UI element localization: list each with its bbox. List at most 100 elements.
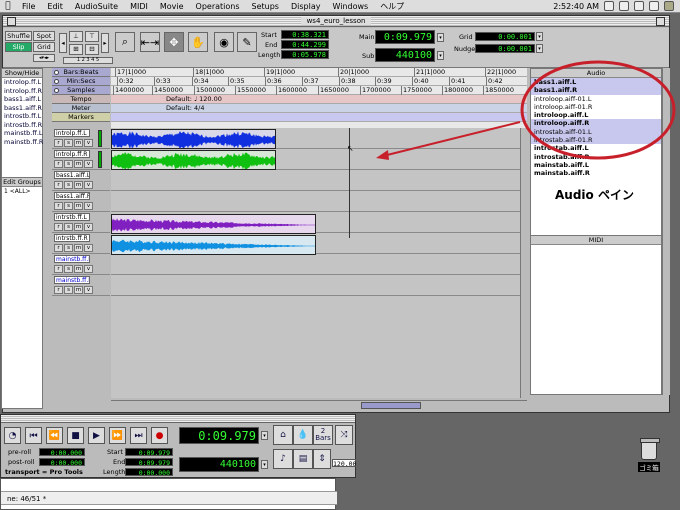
edit-groups-header[interactable]: Edit Groups: [2, 178, 42, 187]
mute-button[interactable]: m: [74, 139, 83, 147]
shuffle-mode-button[interactable]: Shuffle: [5, 31, 32, 41]
transport-start-field[interactable]: 0:09.979: [125, 448, 173, 457]
zoom-right-icon[interactable]: ▸: [101, 33, 109, 53]
transport-main-dropdown-icon[interactable]: ▾: [261, 431, 268, 440]
nudge-dropdown-icon[interactable]: ▾: [536, 44, 543, 53]
menu-help[interactable]: ヘルプ: [374, 1, 410, 12]
min-secs-ruler[interactable]: 0:32 0:33 0:34 0:35 0:36 0:37 0:38 0:39 …: [111, 77, 527, 86]
slip-mode-button[interactable]: Slip: [5, 42, 32, 52]
trash[interactable]: ゴミ箱: [634, 438, 664, 472]
audio-region-introloop-r[interactable]: [111, 150, 276, 170]
record-enable-button[interactable]: r: [54, 265, 63, 273]
solo-button[interactable]: s: [64, 223, 73, 231]
metronome-icon[interactable]: ⌂: [273, 425, 293, 445]
solo-button[interactable]: s: [64, 286, 73, 294]
main-counter-display[interactable]: 0:09.979: [375, 30, 435, 44]
nudge-arrows-button[interactable]: ◂▾◂▸: [33, 54, 55, 62]
main-counter-dropdown-icon[interactable]: ▾: [437, 33, 444, 42]
monitor-icon[interactable]: [604, 1, 614, 11]
tempo-field[interactable]: 120.00: [332, 459, 356, 468]
transport-main-counter[interactable]: 0:09.979: [179, 427, 259, 444]
voice-button[interactable]: v: [84, 244, 93, 252]
track-name[interactable]: intrstb.ff.L: [54, 213, 90, 221]
window-titlebar[interactable]: ws4_euro_lesson: [3, 16, 669, 27]
show-hide-header[interactable]: Show/Hide: [2, 69, 42, 78]
mute-button[interactable]: m: [74, 286, 83, 294]
tracks-horizontal-scrollbar[interactable]: [111, 400, 527, 410]
close-box-icon[interactable]: [7, 17, 16, 26]
loop-record-icon[interactable]: ⤨: [335, 425, 353, 445]
track-name[interactable]: mainstb.ff.L: [54, 255, 90, 263]
selection-end-field[interactable]: 0:44.299: [281, 40, 329, 49]
tempo-slider-icon[interactable]: ⇕: [313, 449, 331, 469]
show-hide-item[interactable]: mainstb.ff.L: [2, 129, 43, 138]
mute-button[interactable]: m: [74, 223, 83, 231]
audio-region-item[interactable]: introstab.aiff-01.L: [531, 127, 661, 137]
audio-pane-scrollbar[interactable]: [662, 68, 670, 238]
transport-sub-dropdown-icon[interactable]: ▾: [261, 460, 268, 469]
grid-value-field[interactable]: 0:00.001: [475, 32, 535, 41]
audio-region-introloop-l[interactable]: [111, 129, 276, 149]
nudge-value-field[interactable]: 0:00.001: [475, 44, 535, 53]
track-name[interactable]: intrstb.ff.R: [54, 234, 90, 242]
menu-audiosuite[interactable]: AudioSuite: [69, 2, 124, 11]
meter-change-icon[interactable]: ▤: [293, 449, 313, 469]
menu-midi[interactable]: MIDI: [124, 2, 154, 11]
transport-mode-label[interactable]: transport = Pro Tools: [5, 468, 83, 476]
grid-dropdown-icon[interactable]: ▾: [536, 32, 543, 41]
transport-length-field[interactable]: 0:00.000: [125, 468, 173, 477]
zoom-left-icon[interactable]: ◂: [59, 33, 67, 53]
apple-menu-icon[interactable]: : [0, 1, 16, 11]
show-hide-item[interactable]: introstb.ff.R: [2, 121, 42, 130]
audio-region-item[interactable]: introloop.aiff-01.R: [531, 103, 661, 111]
show-hide-item[interactable]: introlop.ff.R: [2, 87, 42, 96]
audio-region-item[interactable]: mainstab.aiff.R: [531, 169, 661, 177]
postroll-field[interactable]: 0:00.000: [39, 458, 85, 467]
grabber-tool-icon[interactable]: ✋: [188, 32, 208, 52]
mute-button[interactable]: m: [74, 181, 83, 189]
sub-counter-display[interactable]: 440100: [375, 48, 435, 62]
voice-button[interactable]: v: [84, 181, 93, 189]
record-enable-button[interactable]: r: [54, 286, 63, 294]
solo-button[interactable]: s: [64, 139, 73, 147]
audio-region-item[interactable]: bass1.aiff.L: [531, 78, 661, 87]
solo-button[interactable]: s: [64, 181, 73, 189]
samples-ruler[interactable]: 1400000 1450000 1500000 1550000 1600000 …: [111, 86, 527, 95]
track-name[interactable]: introlp.ff.R: [54, 150, 90, 158]
zoom-preset-buttons[interactable]: 1 2 3 4 5: [63, 57, 113, 64]
zoomer-tool-icon[interactable]: ⌕: [115, 32, 135, 52]
rewind-icon[interactable]: ⏪: [46, 427, 63, 444]
audio-region-introstab-r[interactable]: [111, 235, 316, 255]
zoom-in-icon[interactable]: ⊞: [69, 44, 83, 55]
audio-region-item[interactable]: introloop.aiff-01.L: [531, 95, 661, 103]
record-enable-button[interactable]: r: [54, 244, 63, 252]
ruler-label-tempo[interactable]: Tempo: [52, 95, 110, 104]
voice-button[interactable]: v: [84, 223, 93, 231]
track-lane[interactable]: [111, 254, 527, 275]
ruler-label-meter[interactable]: Meter: [52, 104, 110, 113]
voice-button[interactable]: v: [84, 286, 93, 294]
audio-region-item[interactable]: introstab.aiff.R: [531, 153, 661, 161]
show-hide-item[interactable]: introstb.ff.L: [2, 112, 42, 121]
scrubber-tool-icon[interactable]: ◉: [214, 32, 234, 52]
solo-button[interactable]: s: [64, 160, 73, 168]
show-hide-item[interactable]: bass1.aiff.R: [2, 104, 42, 113]
spot-mode-button[interactable]: Spot: [33, 31, 55, 41]
menu-operations[interactable]: Operations: [190, 2, 246, 11]
audio-pane-header[interactable]: Audio: [531, 69, 661, 78]
stop-icon[interactable]: ■: [67, 427, 84, 444]
track-height-down-icon[interactable]: ⊤: [85, 31, 99, 42]
track-playlist-area[interactable]: ↖: [111, 128, 527, 398]
track-lane[interactable]: [111, 170, 527, 191]
menu-windows[interactable]: Windows: [326, 2, 374, 11]
voice-button[interactable]: v: [84, 265, 93, 273]
online-button-icon[interactable]: ◔: [4, 427, 21, 444]
record-enable-button[interactable]: r: [54, 181, 63, 189]
record-icon[interactable]: ●: [151, 427, 168, 444]
grid-mode-button[interactable]: Grid: [33, 42, 55, 52]
mute-button[interactable]: m: [74, 244, 83, 252]
zoom-out-icon[interactable]: ⊟: [85, 44, 99, 55]
return-to-zero-icon[interactable]: ⏮: [25, 427, 42, 444]
markers-ruler[interactable]: [111, 113, 527, 122]
voice-button[interactable]: v: [84, 160, 93, 168]
